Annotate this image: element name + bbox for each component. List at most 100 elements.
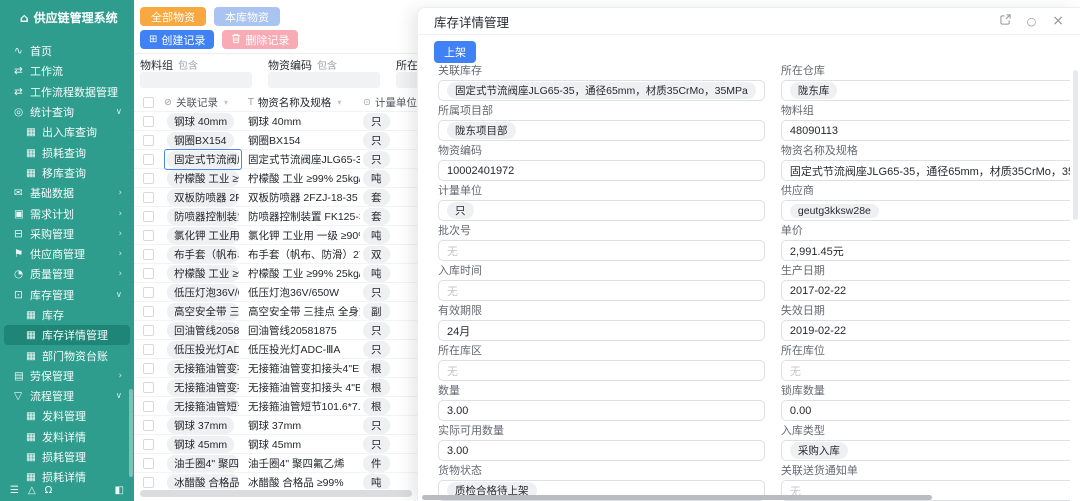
- linked-record-cell[interactable]: 固定式节流阀座...: [164, 149, 242, 170]
- collapse-sidebar-icon[interactable]: ◧: [115, 485, 124, 496]
- sidebar-item[interactable]: ∿ 首页: [4, 41, 130, 61]
- row-checkbox[interactable]: [143, 230, 154, 241]
- name-spec-cell[interactable]: 回油管线20581875: [248, 323, 360, 338]
- linked-record-tag[interactable]: 无接箍油管变扣...: [167, 360, 239, 377]
- field-input[interactable]: 无 无: [438, 280, 765, 301]
- sort-caret-icon[interactable]: ▾: [337, 98, 341, 107]
- field-input[interactable]: 无 无: [438, 360, 765, 381]
- name-spec-cell[interactable]: 低压灯泡36V/650W: [248, 285, 360, 300]
- name-spec-cell[interactable]: 布手套（帆布、防滑）27cm: [248, 247, 360, 262]
- field-input[interactable]: 无 无: [781, 360, 1070, 381]
- linked-record-cell[interactable]: 钢圈BX154: [164, 130, 237, 151]
- name-spec-cell[interactable]: 钢球 45mm: [248, 437, 360, 452]
- linked-record-cell[interactable]: 无接箍油管变扣...: [164, 377, 242, 398]
- name-spec-cell[interactable]: 冰醋酸 合格品 ≥99%: [248, 475, 360, 490]
- field-value-tag[interactable]: geutg3kksw28e: [790, 204, 879, 218]
- delete-record-button[interactable]: 删除记录: [222, 30, 298, 49]
- name-spec-cell[interactable]: 固定式节流阀座JLG65-35，...: [248, 152, 360, 167]
- row-checkbox[interactable]: [143, 249, 154, 260]
- row-checkbox[interactable]: [143, 439, 154, 450]
- row-checkbox[interactable]: [143, 458, 154, 469]
- sidebar-item[interactable]: ◔ 质量管理 ›: [4, 264, 130, 284]
- field-value-tag[interactable]: 只: [447, 202, 474, 219]
- warning-icon[interactable]: △: [28, 485, 36, 496]
- field-input[interactable]: 只 只: [438, 200, 765, 221]
- unit-tag[interactable]: 只: [363, 436, 390, 453]
- sort-caret-icon[interactable]: ▾: [224, 98, 228, 107]
- sidebar-item[interactable]: ▦ 库存详情管理: [4, 325, 130, 345]
- unit-tag[interactable]: 只: [363, 151, 390, 168]
- unit-tag[interactable]: 吨: [363, 170, 390, 187]
- linked-record-tag[interactable]: 无接箍油管变扣...: [167, 379, 239, 396]
- row-checkbox[interactable]: [143, 344, 154, 355]
- view-tab[interactable]: 本库物资: [214, 7, 280, 26]
- linked-record-cell[interactable]: 双板防喷器 2FZ...: [164, 187, 242, 208]
- create-record-button[interactable]: ⊞ 创建记录: [140, 30, 214, 49]
- field-input[interactable]: geutg3kksw28e geutg3kksw28e: [781, 200, 1070, 221]
- sidebar-item[interactable]: ▦ 发料详情: [4, 427, 130, 447]
- field-input[interactable]: 2019-02-22 2019-02-22: [781, 320, 1070, 341]
- name-spec-cell[interactable]: 柠檬酸 工业 ≥99% 25kg/袋: [248, 266, 360, 281]
- row-checkbox[interactable]: [143, 192, 154, 203]
- unit-tag[interactable]: 副: [363, 303, 390, 320]
- linked-record-cell[interactable]: 钢球 45mm: [164, 434, 237, 455]
- field-input[interactable]: 48090113 48090113: [781, 120, 1070, 141]
- field-input[interactable]: 24月 24月: [438, 320, 765, 341]
- field-input[interactable]: 固定式节流阀座JLG65-35，通径65mm，材质35CrMo，35MPa 固定…: [781, 160, 1070, 181]
- row-checkbox[interactable]: [143, 382, 154, 393]
- linked-record-tag[interactable]: 双板防喷器 2FZ...: [167, 189, 239, 206]
- sidebar-item[interactable]: ⚑ 供应商管理 ›: [4, 244, 130, 264]
- linked-record-tag[interactable]: 柠檬酸 工业 ≥99...: [167, 265, 239, 282]
- row-checkbox[interactable]: [143, 116, 154, 127]
- field-input[interactable]: 3.00 3.00: [438, 400, 765, 421]
- linked-record-tag[interactable]: 钢圈BX154: [167, 132, 234, 149]
- linked-record-cell[interactable]: 回油管线20581...: [164, 320, 242, 341]
- sidebar-item[interactable]: ▽ 流程管理 ∨: [4, 386, 130, 406]
- linked-record-tag[interactable]: 高空安全带 三挂...: [167, 303, 239, 320]
- field-input[interactable]: 2,991.45元 2,991.45元: [781, 240, 1070, 261]
- linked-record-cell[interactable]: 低压投光灯ADC...: [164, 339, 242, 360]
- linked-record-cell[interactable]: 油壬圈4" 聚四氟...: [164, 453, 242, 474]
- linked-record-tag[interactable]: 低压投光灯ADC...: [167, 341, 239, 358]
- linked-record-cell[interactable]: 钢球 37mm: [164, 415, 237, 436]
- close-icon[interactable]: ×: [1052, 14, 1064, 28]
- put-on-shelf-button[interactable]: 上架: [434, 41, 476, 63]
- drawer-horizontal-scrollbar[interactable]: [422, 495, 932, 500]
- unit-tag[interactable]: 吨: [363, 227, 390, 244]
- linked-record-tag[interactable]: 氯化钾 工业用 ...: [167, 227, 239, 244]
- linked-record-cell[interactable]: 无接箍油管变扣...: [164, 358, 242, 379]
- sidebar-item[interactable]: ▦ 损耗管理: [4, 447, 130, 467]
- row-checkbox[interactable]: [143, 135, 154, 146]
- unit-tag[interactable]: 只: [363, 322, 390, 339]
- field-value-tag[interactable]: 陇东项目部: [447, 122, 516, 139]
- sidebar-item[interactable]: ⇄ 工作流程数据管理: [4, 82, 130, 102]
- linked-record-tag[interactable]: 钢球 40mm: [167, 113, 234, 130]
- unit-tag[interactable]: 双: [363, 246, 390, 263]
- filter-input[interactable]: [140, 72, 252, 88]
- name-spec-cell[interactable]: 无接箍油管短节101.6*7.8*3...: [248, 399, 360, 414]
- name-spec-cell[interactable]: 油壬圈4" 聚四氟乙烯: [248, 456, 360, 471]
- linked-record-tag[interactable]: 柠檬酸 工业 ≥99...: [167, 170, 239, 187]
- name-spec-cell[interactable]: 高空安全带 三挂点 全身式 ...: [248, 304, 360, 319]
- sidebar-item[interactable]: ⇄ 工作流: [4, 61, 130, 81]
- field-input[interactable]: 陇东项目部 陇东项目部: [438, 120, 765, 141]
- sidebar-item[interactable]: ⊡ 库存管理 ∨: [4, 285, 130, 305]
- sidebar-item[interactable]: ▦ 部门物资台账: [4, 345, 130, 365]
- name-spec-cell[interactable]: 柠檬酸 工业 ≥99% 25kg/袋: [248, 171, 360, 186]
- sidebar-item[interactable]: ▦ 库存: [4, 305, 130, 325]
- linked-record-cell[interactable]: 氯化钾 工业用 ...: [164, 225, 242, 246]
- name-spec-cell[interactable]: 氯化钾 工业用 一级 ≥90%: [248, 228, 360, 243]
- field-input[interactable]: 无 无: [438, 240, 765, 261]
- filter-operator[interactable]: 包含: [178, 57, 198, 72]
- name-spec-cell[interactable]: 防喷器控制装置 FK125-3: [248, 209, 360, 224]
- row-checkbox[interactable]: [143, 287, 154, 298]
- linked-record-cell[interactable]: 高空安全带 三挂...: [164, 301, 242, 322]
- unit-tag[interactable]: 根: [363, 379, 390, 396]
- linked-record-tag[interactable]: 布手套（帆布、...: [167, 246, 239, 263]
- sidebar-item[interactable]: ▦ 损耗查询: [4, 142, 130, 162]
- sidebar-item[interactable]: ▦ 移库查询: [4, 163, 130, 183]
- row-checkbox[interactable]: [143, 477, 154, 488]
- unit-tag[interactable]: 只: [363, 284, 390, 301]
- linked-record-cell[interactable]: 布手套（帆布、...: [164, 244, 242, 265]
- view-tab[interactable]: 全部物资: [140, 7, 206, 26]
